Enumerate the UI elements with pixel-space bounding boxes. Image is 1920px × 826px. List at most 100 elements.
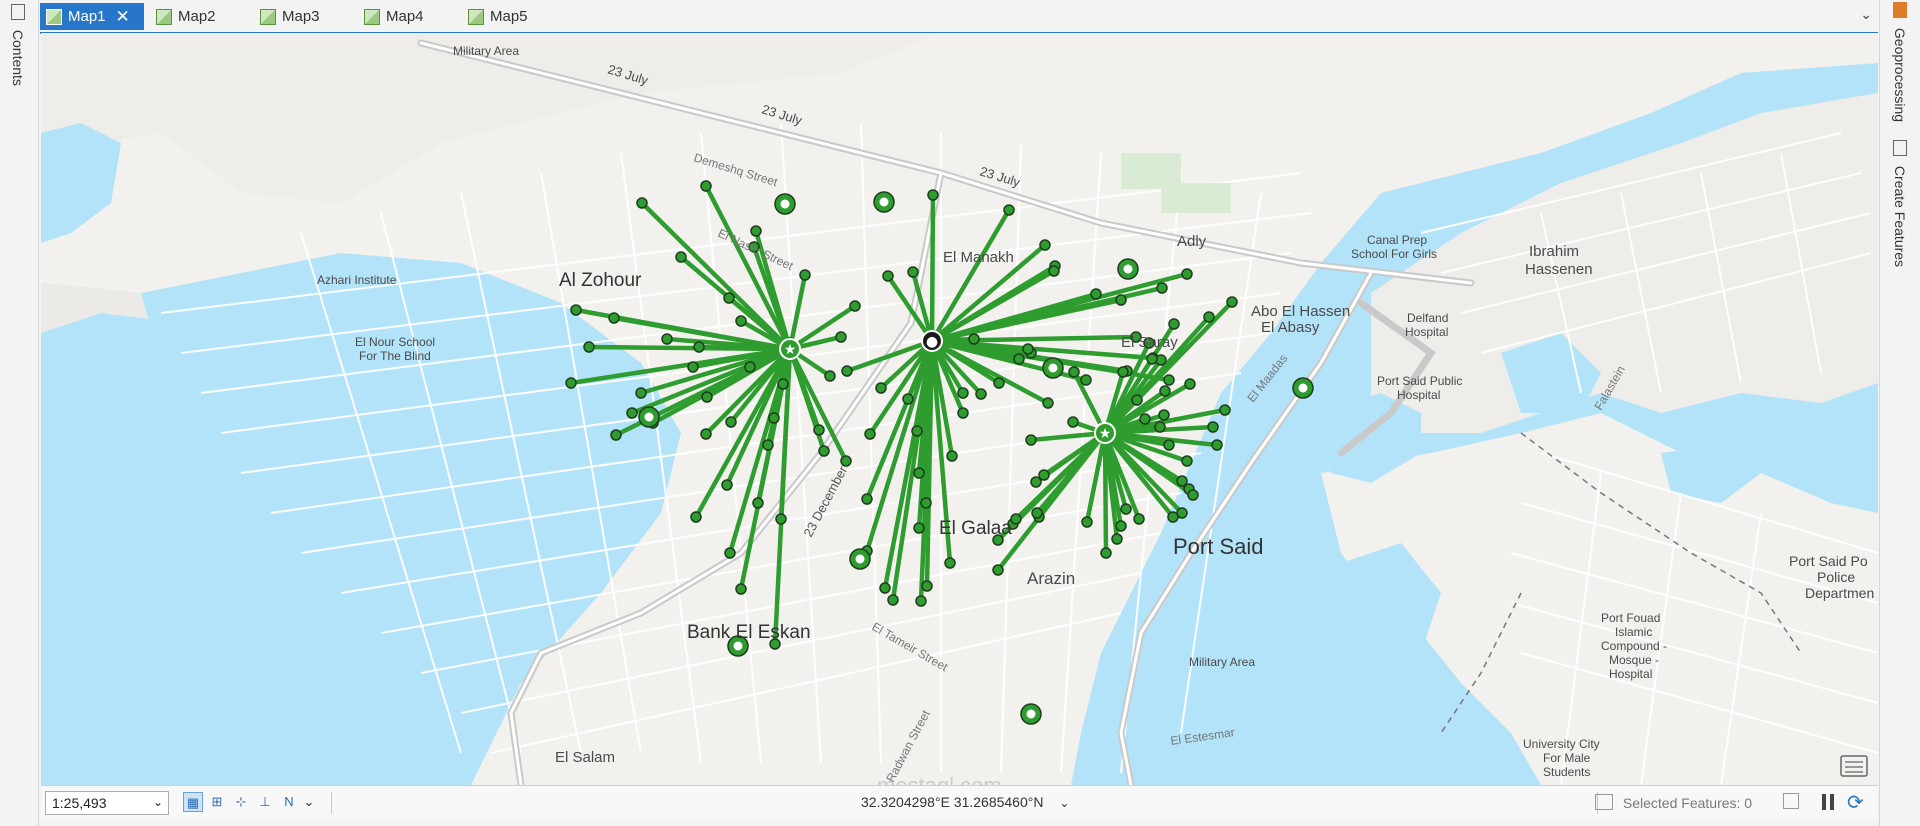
destination-point[interactable] xyxy=(840,455,852,467)
destination-point[interactable] xyxy=(1068,366,1080,378)
destination-point[interactable] xyxy=(1081,516,1093,528)
scale-dropdown[interactable]: 1:25,493 ⌄ xyxy=(45,791,169,815)
destination-point[interactable] xyxy=(1013,353,1025,365)
destination-point[interactable] xyxy=(1159,385,1171,397)
selected-features[interactable]: Selected Features: 0 xyxy=(1595,794,1752,811)
destination-point[interactable] xyxy=(721,479,733,491)
destination-point[interactable] xyxy=(636,197,648,209)
create-features-tab[interactable]: Create Features xyxy=(1892,140,1908,267)
destination-point[interactable] xyxy=(675,251,687,263)
destination-point[interactable] xyxy=(724,547,736,559)
destination-point[interactable] xyxy=(1048,265,1060,277)
pause-drawing-icon[interactable] xyxy=(1821,794,1835,810)
destination-point[interactable] xyxy=(1120,503,1132,515)
destination-point[interactable] xyxy=(570,304,582,316)
destination-point[interactable] xyxy=(1111,533,1123,545)
destination-point[interactable] xyxy=(887,594,899,606)
destination-point[interactable] xyxy=(902,393,914,405)
destination-point[interactable] xyxy=(1115,294,1127,306)
destination-point[interactable] xyxy=(975,388,987,400)
destination-point[interactable] xyxy=(835,331,847,343)
destination-point[interactable] xyxy=(1133,513,1145,525)
destination-point[interactable] xyxy=(799,269,811,281)
destination-point[interactable] xyxy=(824,370,836,382)
destination-point[interactable] xyxy=(1207,421,1219,433)
destination-point[interactable] xyxy=(610,429,622,441)
destination-point[interactable] xyxy=(744,361,756,373)
destination-point[interactable] xyxy=(1181,455,1193,467)
destination-point[interactable] xyxy=(690,511,702,523)
destination-point[interactable] xyxy=(635,387,647,399)
destination-point[interactable] xyxy=(911,425,923,437)
destination-point[interactable] xyxy=(1219,404,1231,416)
destination-point[interactable] xyxy=(565,377,577,389)
destination-point[interactable] xyxy=(1167,511,1179,523)
destination-point[interactable] xyxy=(693,341,705,353)
destination-point[interactable] xyxy=(1090,288,1102,300)
destination-point[interactable] xyxy=(944,557,956,569)
destination-point[interactable] xyxy=(1139,413,1151,425)
destination-point[interactable] xyxy=(762,439,774,451)
destination-point[interactable] xyxy=(700,428,712,440)
destination-point[interactable] xyxy=(735,315,747,327)
coordinate-readout[interactable]: 32.3204298°E 31.2685460°N ⌄ xyxy=(861,794,1069,810)
destination-point[interactable] xyxy=(920,497,932,509)
destination-point[interactable] xyxy=(752,497,764,509)
snapping-icon[interactable]: ⊹ xyxy=(231,792,251,812)
destination-point[interactable] xyxy=(661,333,673,345)
destination-point[interactable] xyxy=(907,266,919,278)
destination-point[interactable] xyxy=(927,189,939,201)
destination-point[interactable] xyxy=(882,270,894,282)
destination-point[interactable] xyxy=(725,416,737,428)
tab-map1[interactable]: Map1 ✕ xyxy=(40,3,144,30)
destination-point[interactable] xyxy=(701,391,713,403)
destination-point[interactable] xyxy=(913,467,925,479)
destination-point[interactable] xyxy=(777,378,789,390)
destination-point[interactable] xyxy=(768,412,780,424)
destination-point[interactable] xyxy=(968,333,980,345)
fixed-zoom-icon[interactable]: ▦ xyxy=(183,792,203,812)
destination-point[interactable] xyxy=(875,382,887,394)
destination-point[interactable] xyxy=(723,292,735,304)
destination-point[interactable] xyxy=(946,450,958,462)
destination-point[interactable] xyxy=(1003,204,1015,216)
destination-point[interactable] xyxy=(1042,397,1054,409)
map-view[interactable]: ★ ● ★ Military Area 23 July 23 July 23 Jul… xyxy=(41,33,1878,785)
destination-point[interactable] xyxy=(1031,507,1043,519)
chevron-down-icon[interactable]: ⌄ xyxy=(299,792,319,812)
destination-point[interactable] xyxy=(1163,374,1175,386)
chevron-down-icon[interactable]: ⌄ xyxy=(1860,6,1872,23)
destination-point[interactable] xyxy=(687,361,699,373)
destination-point[interactable] xyxy=(879,582,891,594)
destination-point[interactable] xyxy=(1039,239,1051,251)
destination-point[interactable] xyxy=(735,583,747,595)
destination-point[interactable] xyxy=(700,180,712,192)
destination-point[interactable] xyxy=(957,407,969,419)
close-icon[interactable]: ✕ xyxy=(116,8,130,25)
destination-point[interactable] xyxy=(626,407,638,419)
destination-point[interactable] xyxy=(993,377,1005,389)
geoprocessing-tab[interactable]: Geoprocessing xyxy=(1892,2,1908,122)
destination-point[interactable] xyxy=(583,341,595,353)
destination-point[interactable] xyxy=(1010,513,1022,525)
grid-icon[interactable]: ⊞ xyxy=(207,792,227,812)
tab-map5[interactable]: Map5 xyxy=(462,3,552,30)
destination-point[interactable] xyxy=(1115,520,1127,532)
destination-point[interactable] xyxy=(1100,547,1112,559)
tab-map2[interactable]: Map2 xyxy=(150,3,240,30)
destination-point[interactable] xyxy=(1030,476,1042,488)
destination-point[interactable] xyxy=(775,513,787,525)
destination-point[interactable] xyxy=(1131,394,1143,406)
destination-point[interactable] xyxy=(915,595,927,607)
destination-point[interactable] xyxy=(1184,378,1196,390)
destination-point[interactable] xyxy=(1163,439,1175,451)
destination-point[interactable] xyxy=(864,428,876,440)
destination-point[interactable] xyxy=(1203,311,1215,323)
destination-point[interactable] xyxy=(861,493,873,505)
destination-point[interactable] xyxy=(1022,343,1034,355)
destination-point[interactable] xyxy=(1154,421,1166,433)
destination-point[interactable] xyxy=(1146,353,1158,365)
destination-point[interactable] xyxy=(813,424,825,436)
destination-point[interactable] xyxy=(818,445,830,457)
destination-point[interactable] xyxy=(1080,374,1092,386)
